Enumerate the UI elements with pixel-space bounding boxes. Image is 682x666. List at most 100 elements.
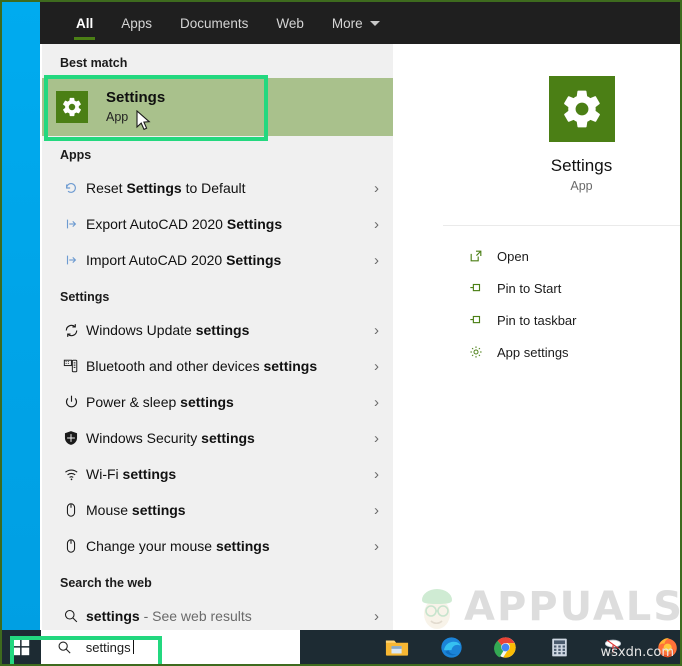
wifi-icon xyxy=(56,466,86,483)
section-header-apps: Apps xyxy=(60,148,92,162)
action-pin-to-start[interactable]: Pin to Start xyxy=(443,272,680,304)
list-item[interactable]: Windows Update settings › xyxy=(42,312,393,348)
appuals-watermark: APPUALS xyxy=(410,580,682,634)
chrome-icon[interactable] xyxy=(492,634,518,660)
list-item-label: Import AutoCAD 2020 Settings xyxy=(86,252,282,268)
edge-icon[interactable] xyxy=(438,634,464,660)
tab-all[interactable]: All xyxy=(62,2,107,44)
gear-outline-icon xyxy=(469,345,497,359)
refresh-icon xyxy=(56,322,86,339)
list-item[interactable]: Power & sleep settings › xyxy=(42,384,393,420)
chevron-right-icon[interactable]: › xyxy=(374,502,379,519)
action-open[interactable]: Open xyxy=(443,240,680,272)
chevron-right-icon[interactable]: › xyxy=(374,216,379,233)
list-item[interactable]: Bluetooth and other devices settings › xyxy=(42,348,393,384)
search-icon xyxy=(56,608,86,624)
app-detail-pane: Settings App Open Pin to Start Pin to ta… xyxy=(443,44,680,634)
tab-documents[interactable]: Documents xyxy=(166,2,262,44)
action-app-settings-label: App settings xyxy=(497,344,569,360)
calculator-icon[interactable] xyxy=(546,634,572,660)
tab-more[interactable]: More xyxy=(318,2,394,44)
chevron-right-icon[interactable]: › xyxy=(374,252,379,269)
tab-documents-label: Documents xyxy=(180,15,249,31)
mouse-cursor-icon xyxy=(136,110,151,131)
mouse-icon xyxy=(56,538,86,554)
action-pin-to-taskbar[interactable]: Pin to taskbar xyxy=(443,304,680,336)
section-header-settings: Settings xyxy=(60,290,110,304)
gear-icon-glyph xyxy=(63,97,81,117)
search-input[interactable]: settings xyxy=(40,630,300,664)
desktop-wallpaper xyxy=(2,2,42,634)
best-match-title: Settings xyxy=(106,89,166,106)
list-item-label: Reset Settings to Default xyxy=(86,180,246,196)
mouse-icon xyxy=(56,502,86,518)
list-item[interactable]: Wi-Fi settings › xyxy=(42,456,393,492)
list-item[interactable]: Windows Security settings › xyxy=(42,420,393,456)
search-icon xyxy=(57,640,72,655)
list-item[interactable]: settings - See web results › xyxy=(42,598,393,634)
app-name: Settings xyxy=(550,156,613,175)
chevron-right-icon[interactable]: › xyxy=(374,538,379,555)
list-item[interactable]: Mouse settings › xyxy=(42,492,393,528)
tab-all-label: All xyxy=(76,15,94,31)
shield-icon xyxy=(56,430,86,446)
list-item-label: Export AutoCAD 2020 Settings xyxy=(86,216,283,232)
action-app-settings[interactable]: App settings xyxy=(443,336,680,368)
import-arrow-icon xyxy=(56,253,86,267)
tab-more-label: More xyxy=(331,15,363,31)
chevron-down-icon xyxy=(369,20,380,26)
list-item-label: Mouse settings xyxy=(86,502,186,518)
tab-web[interactable]: Web xyxy=(262,2,318,44)
app-preview: Settings App xyxy=(443,44,680,226)
gear-icon-glyph xyxy=(563,90,600,128)
app-actions: Open Pin to Start Pin to taskbar App set… xyxy=(443,226,680,368)
chevron-right-icon[interactable]: › xyxy=(374,180,379,197)
list-item-label: Windows Update settings xyxy=(86,322,250,338)
section-header-best-match: Best match xyxy=(60,56,128,70)
pin-icon xyxy=(469,281,497,295)
list-item-label: Change your mouse settings xyxy=(86,538,270,554)
list-item[interactable]: Reset Settings to Default › xyxy=(42,170,393,206)
tab-apps[interactable]: Apps xyxy=(107,2,166,44)
chevron-right-icon[interactable]: › xyxy=(374,358,379,375)
action-pin-to-taskbar-label: Pin to taskbar xyxy=(497,312,577,328)
open-external-icon xyxy=(469,249,497,263)
chevron-right-icon[interactable]: › xyxy=(374,430,379,447)
action-pin-to-start-label: Pin to Start xyxy=(497,280,562,296)
results-pane: Best match Settings App Apps Reset Setti… xyxy=(42,44,393,634)
best-match-result-settings[interactable]: Settings App xyxy=(42,78,393,136)
chevron-right-icon[interactable]: › xyxy=(374,322,379,339)
list-item[interactable]: Import AutoCAD 2020 Settings › xyxy=(42,242,393,278)
start-search-flyout: All Apps Documents Web More Best match S… xyxy=(40,2,680,634)
gear-icon xyxy=(548,76,615,142)
list-item-label: Windows Security settings xyxy=(86,430,255,446)
list-item-label: settings - See web results xyxy=(86,608,252,624)
list-item-label: Wi-Fi settings xyxy=(86,466,177,482)
chevron-right-icon[interactable]: › xyxy=(374,608,379,625)
chevron-right-icon[interactable]: › xyxy=(374,466,379,483)
search-filter-tabbar: All Apps Documents Web More xyxy=(40,2,680,44)
screenshot-root: All Apps Documents Web More Best match S… xyxy=(0,0,682,666)
taskbar: settings wsxdn.com xyxy=(2,630,680,664)
list-item-label: Bluetooth and other devices settings xyxy=(86,358,318,374)
list-item[interactable]: Change your mouse settings › xyxy=(42,528,393,564)
chevron-right-icon[interactable]: › xyxy=(374,394,379,411)
tab-web-label: Web xyxy=(276,15,304,31)
bluetooth-device-icon xyxy=(56,358,86,374)
gear-icon xyxy=(56,91,88,123)
windows-logo-icon[interactable] xyxy=(2,630,41,664)
action-open-label: Open xyxy=(497,248,529,264)
windows-logo-glyph xyxy=(12,638,30,656)
watermark-text: APPUALS xyxy=(464,584,682,630)
reset-arrow-icon xyxy=(56,181,86,195)
section-header-search-the-web: Search the web xyxy=(60,576,152,590)
app-type: App xyxy=(570,179,593,193)
tab-apps-label: Apps xyxy=(121,15,153,31)
pin-icon xyxy=(469,313,497,327)
taskbar-watermark-text: wsxdn.com xyxy=(600,645,675,660)
list-item[interactable]: Export AutoCAD 2020 Settings › xyxy=(42,206,393,242)
list-item-label: Power & sleep settings xyxy=(86,394,234,410)
file-explorer-icon[interactable] xyxy=(384,634,410,660)
export-arrow-icon xyxy=(56,217,86,231)
search-input-value: settings xyxy=(85,637,134,655)
